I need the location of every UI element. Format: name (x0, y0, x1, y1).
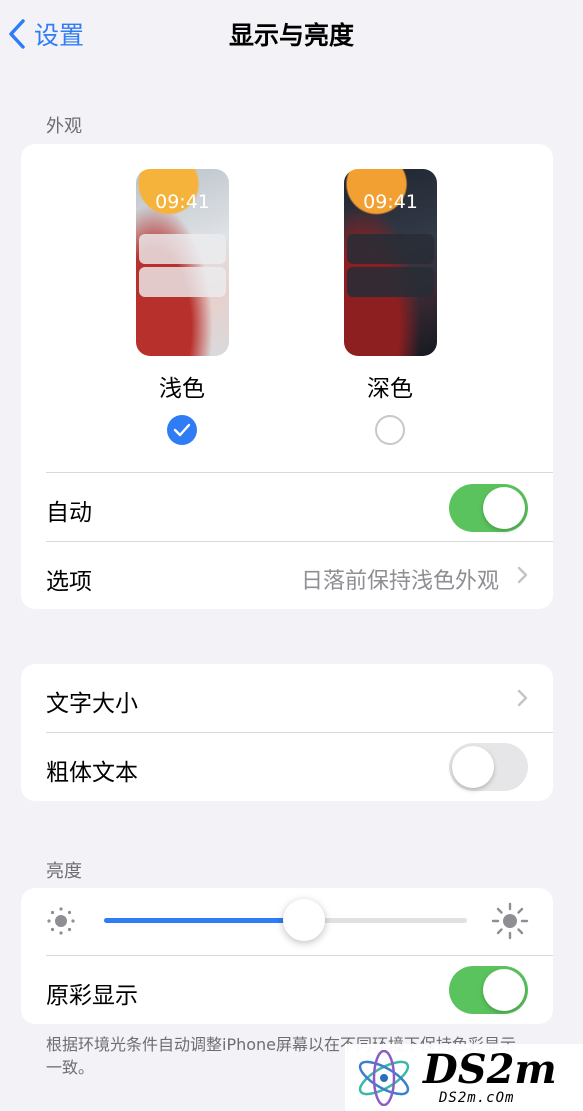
bold-text-toggle[interactable] (449, 743, 528, 791)
light-mode-label: 浅色 (159, 376, 205, 402)
appearance-card: 09:41 浅色 09:41 深色 自动 选项 日落前保持浅色外观 (21, 144, 553, 609)
slider-thumb[interactable] (282, 899, 325, 941)
brightness-slider[interactable] (104, 899, 467, 941)
auto-toggle[interactable] (449, 484, 528, 532)
text-card: 文字大小 粗体文本 (21, 664, 553, 801)
brightness-card: 原彩显示 (21, 888, 553, 1024)
checkmark-icon (173, 423, 191, 437)
dark-mode-radio[interactable] (375, 415, 405, 445)
chevron-right-icon (517, 566, 528, 584)
dark-mode-label: 深色 (367, 376, 413, 402)
atom-logo-icon (358, 1050, 410, 1106)
dark-mode-preview[interactable]: 09:41 (344, 169, 437, 356)
bold-text-row: 粗体文本 (21, 733, 553, 801)
watermark-subtext: DS2m.cOm (439, 1090, 515, 1106)
toggle-knob (483, 969, 525, 1011)
toggle-knob (483, 487, 525, 529)
light-mode-radio[interactable] (167, 415, 197, 445)
options-row[interactable]: 选项 日落前保持浅色外观 (21, 542, 553, 609)
text-size-label: 文字大小 (46, 691, 138, 717)
true-tone-label: 原彩显示 (46, 983, 138, 1009)
true-tone-row: 原彩显示 (21, 956, 553, 1024)
light-preview-widget (139, 234, 226, 264)
brightness-low-icon (47, 907, 75, 935)
watermark-text: DS2m (423, 1046, 557, 1093)
appearance-header: 外观 (46, 116, 82, 137)
options-label: 选项 (46, 569, 92, 595)
toggle-knob (452, 746, 494, 788)
light-preview-time: 09:41 (155, 191, 210, 213)
watermark: DS2m DS2m.cOm (345, 1044, 583, 1111)
auto-label: 自动 (46, 500, 92, 526)
brightness-header: 亮度 (46, 861, 82, 882)
text-size-row[interactable]: 文字大小 (21, 664, 553, 732)
bold-text-label: 粗体文本 (46, 760, 138, 786)
auto-row: 自动 (21, 473, 553, 541)
light-preview-widget (139, 267, 226, 297)
true-tone-toggle[interactable] (449, 966, 528, 1014)
dark-preview-time: 09:41 (363, 191, 418, 213)
brightness-high-icon (491, 902, 529, 940)
light-mode-preview[interactable]: 09:41 (136, 169, 229, 356)
page-title: 显示与亮度 (228, 21, 354, 50)
slider-fill (104, 918, 304, 923)
dark-preview-widget (347, 267, 434, 297)
dark-preview-widget (347, 234, 434, 264)
chevron-right-icon (517, 689, 528, 707)
options-value: 日落前保持浅色外观 (300, 569, 499, 594)
